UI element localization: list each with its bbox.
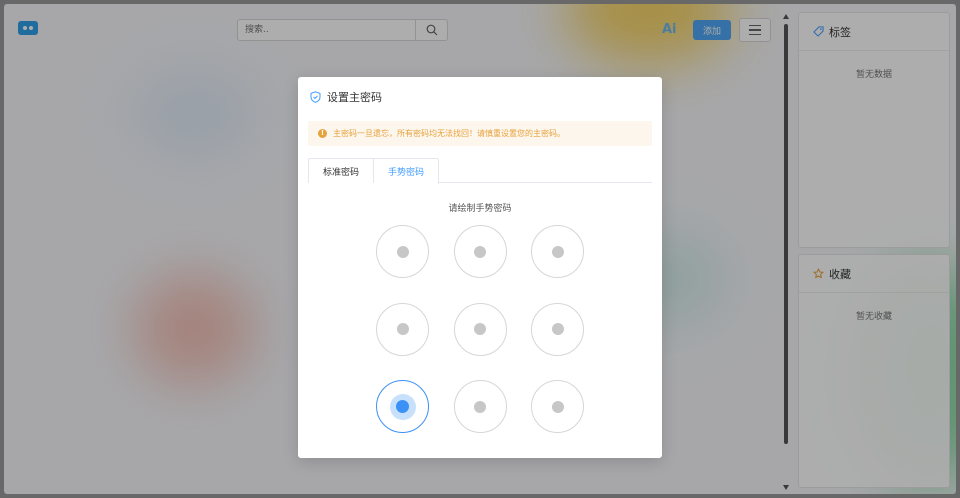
gesture-point[interactable] bbox=[531, 302, 584, 356]
gesture-point[interactable] bbox=[376, 302, 429, 356]
password-type-tabs: 标准密码 手势密码 bbox=[308, 158, 652, 184]
gesture-grid[interactable] bbox=[376, 225, 584, 433]
gesture-point[interactable] bbox=[376, 380, 429, 433]
gesture-point-center bbox=[396, 245, 409, 258]
gesture-point[interactable] bbox=[531, 225, 584, 278]
warning-alert: ! 主密码一旦遗忘，所有密码均无法找回！请慎重设置您的主密码。 bbox=[308, 121, 652, 146]
set-master-password-dialog: 设置主密码 ! 主密码一旦遗忘，所有密码均无法找回！请慎重设置您的主密码。 标准… bbox=[298, 77, 662, 458]
gesture-hint: 请绘制手势密码 bbox=[448, 204, 512, 214]
gesture-point[interactable] bbox=[376, 225, 429, 278]
gesture-point-center bbox=[551, 245, 564, 258]
dialog-title-text: 设置主密码 bbox=[327, 91, 382, 104]
gesture-point-center bbox=[551, 323, 564, 335]
gesture-point-center bbox=[474, 245, 486, 258]
tab-standard-password[interactable]: 标准密码 bbox=[308, 158, 375, 183]
dialog-title: 设置主密码 bbox=[310, 89, 382, 105]
gesture-point-center bbox=[551, 400, 564, 413]
gesture-point[interactable] bbox=[453, 380, 507, 433]
warning-icon: ! bbox=[318, 129, 327, 138]
gesture-point[interactable] bbox=[453, 302, 507, 356]
gesture-point-halo bbox=[389, 393, 416, 420]
gesture-point-center bbox=[474, 323, 486, 335]
gesture-point-center bbox=[396, 323, 409, 335]
gesture-point[interactable] bbox=[531, 380, 584, 433]
gesture-point[interactable] bbox=[453, 225, 507, 278]
tab-gesture-password[interactable]: 手势密码 bbox=[374, 158, 440, 184]
shield-icon bbox=[310, 91, 321, 103]
gesture-point-center bbox=[396, 400, 409, 413]
warning-text: 主密码一旦遗忘，所有密码均无法找回！请慎重设置您的主密码。 bbox=[333, 129, 565, 138]
gesture-point-center bbox=[474, 400, 486, 413]
